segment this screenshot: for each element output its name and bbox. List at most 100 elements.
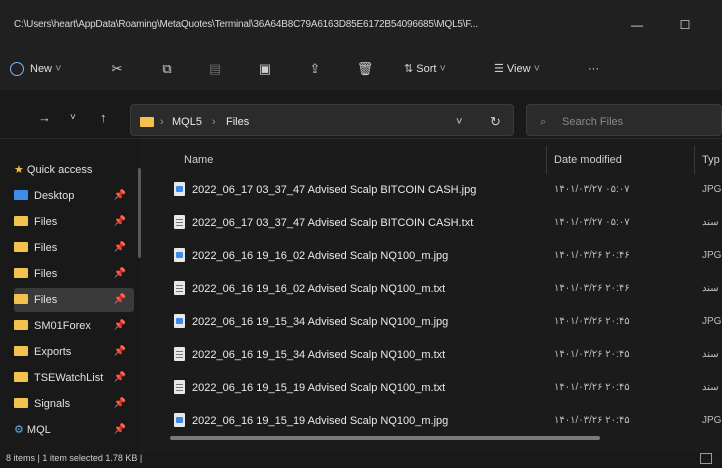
sidebar-item-label: Files bbox=[34, 294, 58, 306]
delete-icon[interactable]: 🗑 bbox=[354, 58, 376, 80]
file-name: 2022_06_17 03_37_47 Advised Scalp BITCOI… bbox=[192, 184, 477, 196]
sidebar-item-sm01forex[interactable]: SM01Forex 📌 bbox=[14, 314, 134, 338]
sidebar-item-mql[interactable]: ⚙ MQL 📌 bbox=[14, 418, 134, 442]
horizontal-scrollbar[interactable] bbox=[170, 436, 600, 440]
file-row[interactable]: 2022_06_16 19_16_02 Advised Scalp NQ100_… bbox=[162, 273, 722, 305]
sidebar-item-files[interactable]: Files 📌 bbox=[14, 262, 134, 286]
file-type: JPG bbox=[702, 184, 722, 195]
column-divider[interactable] bbox=[694, 146, 695, 174]
sidebar-item-signals[interactable]: Signals 📌 bbox=[14, 392, 134, 416]
pin-icon: 📌 bbox=[113, 242, 126, 253]
file-row[interactable]: 2022_06_17 03_37_47 Advised Scalp BITCOI… bbox=[162, 174, 722, 206]
breadcrumb-separator: › bbox=[160, 116, 164, 128]
sidebar-item-files-selected[interactable]: Files 📌 bbox=[14, 288, 134, 312]
forward-arrow-icon[interactable]: → bbox=[38, 110, 51, 125]
breadcrumb-files[interactable]: Files bbox=[226, 116, 249, 128]
search-input[interactable] bbox=[526, 104, 722, 136]
sidebar-item-label: TSEWatchList bbox=[34, 372, 104, 384]
sidebar-item-desktop[interactable]: Desktop 📌 bbox=[14, 184, 134, 208]
image-file-icon bbox=[174, 248, 185, 262]
sidebar-item-files[interactable]: Files 📌 bbox=[14, 236, 134, 260]
file-type: ﺳﻨﺪ bbox=[702, 217, 719, 228]
file-name: 2022_06_16 19_16_02 Advised Scalp NQ100_… bbox=[192, 283, 446, 295]
pin-icon: 📌 bbox=[113, 268, 126, 279]
folder-icon bbox=[14, 242, 28, 253]
file-row[interactable]: 2022_06_16 19_16_02 Advised Scalp NQ100_… bbox=[162, 240, 722, 272]
view-label: View bbox=[506, 63, 531, 75]
sidebar-item-label: Files bbox=[34, 268, 58, 280]
more-options-button[interactable]: ··· bbox=[588, 58, 599, 80]
up-arrow-icon[interactable]: ↑ bbox=[100, 110, 107, 125]
column-divider[interactable] bbox=[546, 146, 547, 174]
plus-circle-icon bbox=[10, 62, 24, 77]
refresh-icon[interactable]: ↻ bbox=[490, 114, 501, 130]
file-row[interactable]: 2022_06_16 19_15_19 Advised Scalp NQ100_… bbox=[162, 405, 722, 433]
sidebar-scrollbar[interactable] bbox=[138, 168, 141, 258]
pin-icon: 📌 bbox=[113, 216, 126, 227]
file-type: JPG bbox=[702, 316, 722, 327]
view-button[interactable]: ☰ View ˅ bbox=[494, 58, 540, 80]
image-file-icon bbox=[174, 413, 185, 427]
image-file-icon bbox=[174, 314, 185, 328]
file-row[interactable]: 2022_06_16 19_15_19 Advised Scalp NQ100_… bbox=[162, 372, 722, 404]
file-date: ۱۴۰۱/۰۳/۲۶ ۲۰:۴۵ bbox=[554, 316, 630, 327]
file-date: ۱۴۰۱/۰۳/۲۶ ۲۰:۴۶ bbox=[554, 250, 630, 261]
breadcrumb-mql5[interactable]: MQL5 bbox=[172, 116, 202, 128]
text-file-icon bbox=[174, 380, 185, 394]
file-name: 2022_06_16 19_15_19 Advised Scalp NQ100_… bbox=[192, 382, 446, 394]
file-date: ۱۴۰۱/۰۳/۲۷ ۰۵:۰۷ bbox=[554, 217, 630, 228]
file-name: 2022_06_16 19_15_19 Advised Scalp NQ100_… bbox=[192, 415, 449, 427]
file-name: 2022_06_16 19_15_34 Advised Scalp NQ100_… bbox=[192, 349, 446, 361]
file-type: ﺳﻨﺪ bbox=[702, 283, 719, 294]
sidebar-item-label: SM01Forex bbox=[34, 320, 91, 332]
cut-icon[interactable]: ✂ bbox=[106, 58, 128, 80]
sidebar-item-exports[interactable]: Exports 📌 bbox=[14, 340, 134, 364]
folder-icon bbox=[14, 346, 28, 357]
sidebar-item-label: Files bbox=[34, 216, 58, 228]
file-date: ۱۴۰۱/۰۳/۲۶ ۲۰:۴۵ bbox=[554, 415, 630, 426]
pin-icon: 📌 bbox=[113, 320, 126, 331]
column-header-type[interactable]: Typ bbox=[702, 146, 720, 174]
pin-icon: 📌 bbox=[113, 346, 126, 357]
file-row[interactable]: 2022_06_16 19_15_34 Advised Scalp NQ100_… bbox=[162, 306, 722, 338]
file-date: ۱۴۰۱/۰۳/۲۶ ۲۰:۴۵ bbox=[554, 349, 630, 360]
folder-icon bbox=[14, 216, 28, 227]
file-type: ﺳﻨﺪ bbox=[702, 349, 719, 360]
file-name: 2022_06_16 19_15_34 Advised Scalp NQ100_… bbox=[192, 316, 449, 328]
desktop-icon bbox=[14, 190, 28, 201]
folder-icon bbox=[14, 294, 28, 305]
window-title: C:\Users\heart\AppData\Roaming\MetaQuote… bbox=[14, 19, 478, 30]
star-icon: ★ bbox=[14, 164, 27, 176]
sidebar-item-quick-access[interactable]: ★ Quick access bbox=[14, 158, 134, 182]
file-row[interactable]: 2022_06_17 03_37_47 Advised Scalp BITCOI… bbox=[162, 207, 722, 239]
file-type: ﺳﻨﺪ bbox=[702, 382, 719, 393]
app-icon: ⚙ bbox=[14, 424, 27, 436]
text-file-icon bbox=[174, 281, 185, 295]
sort-button[interactable]: ⇅ Sort ˅ bbox=[404, 58, 446, 80]
rename-icon[interactable]: ▣ bbox=[254, 58, 276, 80]
sidebar-item-label: Signals bbox=[34, 398, 71, 410]
folder-icon bbox=[14, 320, 28, 331]
share-icon[interactable]: ⇪ bbox=[304, 58, 326, 80]
pin-icon: 📌 bbox=[113, 398, 126, 409]
address-dropdown-icon[interactable]: ˅ bbox=[456, 116, 462, 128]
column-header-name[interactable]: Name bbox=[184, 146, 213, 174]
file-name: 2022_06_17 03_37_47 Advised Scalp BITCOI… bbox=[192, 217, 474, 229]
paste-icon[interactable]: ▤ bbox=[204, 58, 226, 80]
folder-icon bbox=[14, 268, 28, 279]
copy-icon[interactable]: ⧉ bbox=[156, 58, 178, 80]
status-text: 8 items | 1 item selected 1.78 KB | bbox=[6, 453, 143, 463]
column-header-date-modified[interactable]: Date modified bbox=[554, 146, 622, 174]
text-file-icon bbox=[174, 215, 185, 229]
new-button[interactable]: New ˅ bbox=[10, 58, 62, 80]
sidebar-item-tsewatchlist[interactable]: TSEWatchList 📌 bbox=[14, 366, 134, 390]
maximize-button[interactable]: ☐ bbox=[662, 14, 708, 36]
view-icon: ☰ bbox=[494, 63, 507, 75]
pin-icon: 📌 bbox=[113, 190, 126, 201]
minimize-button[interactable]: — bbox=[614, 14, 660, 36]
details-view-icon[interactable] bbox=[700, 453, 712, 464]
file-type: JPG bbox=[702, 415, 722, 426]
sidebar-item-files[interactable]: Files 📌 bbox=[14, 210, 134, 234]
file-row[interactable]: 2022_06_16 19_15_34 Advised Scalp NQ100_… bbox=[162, 339, 722, 371]
recent-locations-icon[interactable]: ˅ bbox=[70, 112, 76, 123]
